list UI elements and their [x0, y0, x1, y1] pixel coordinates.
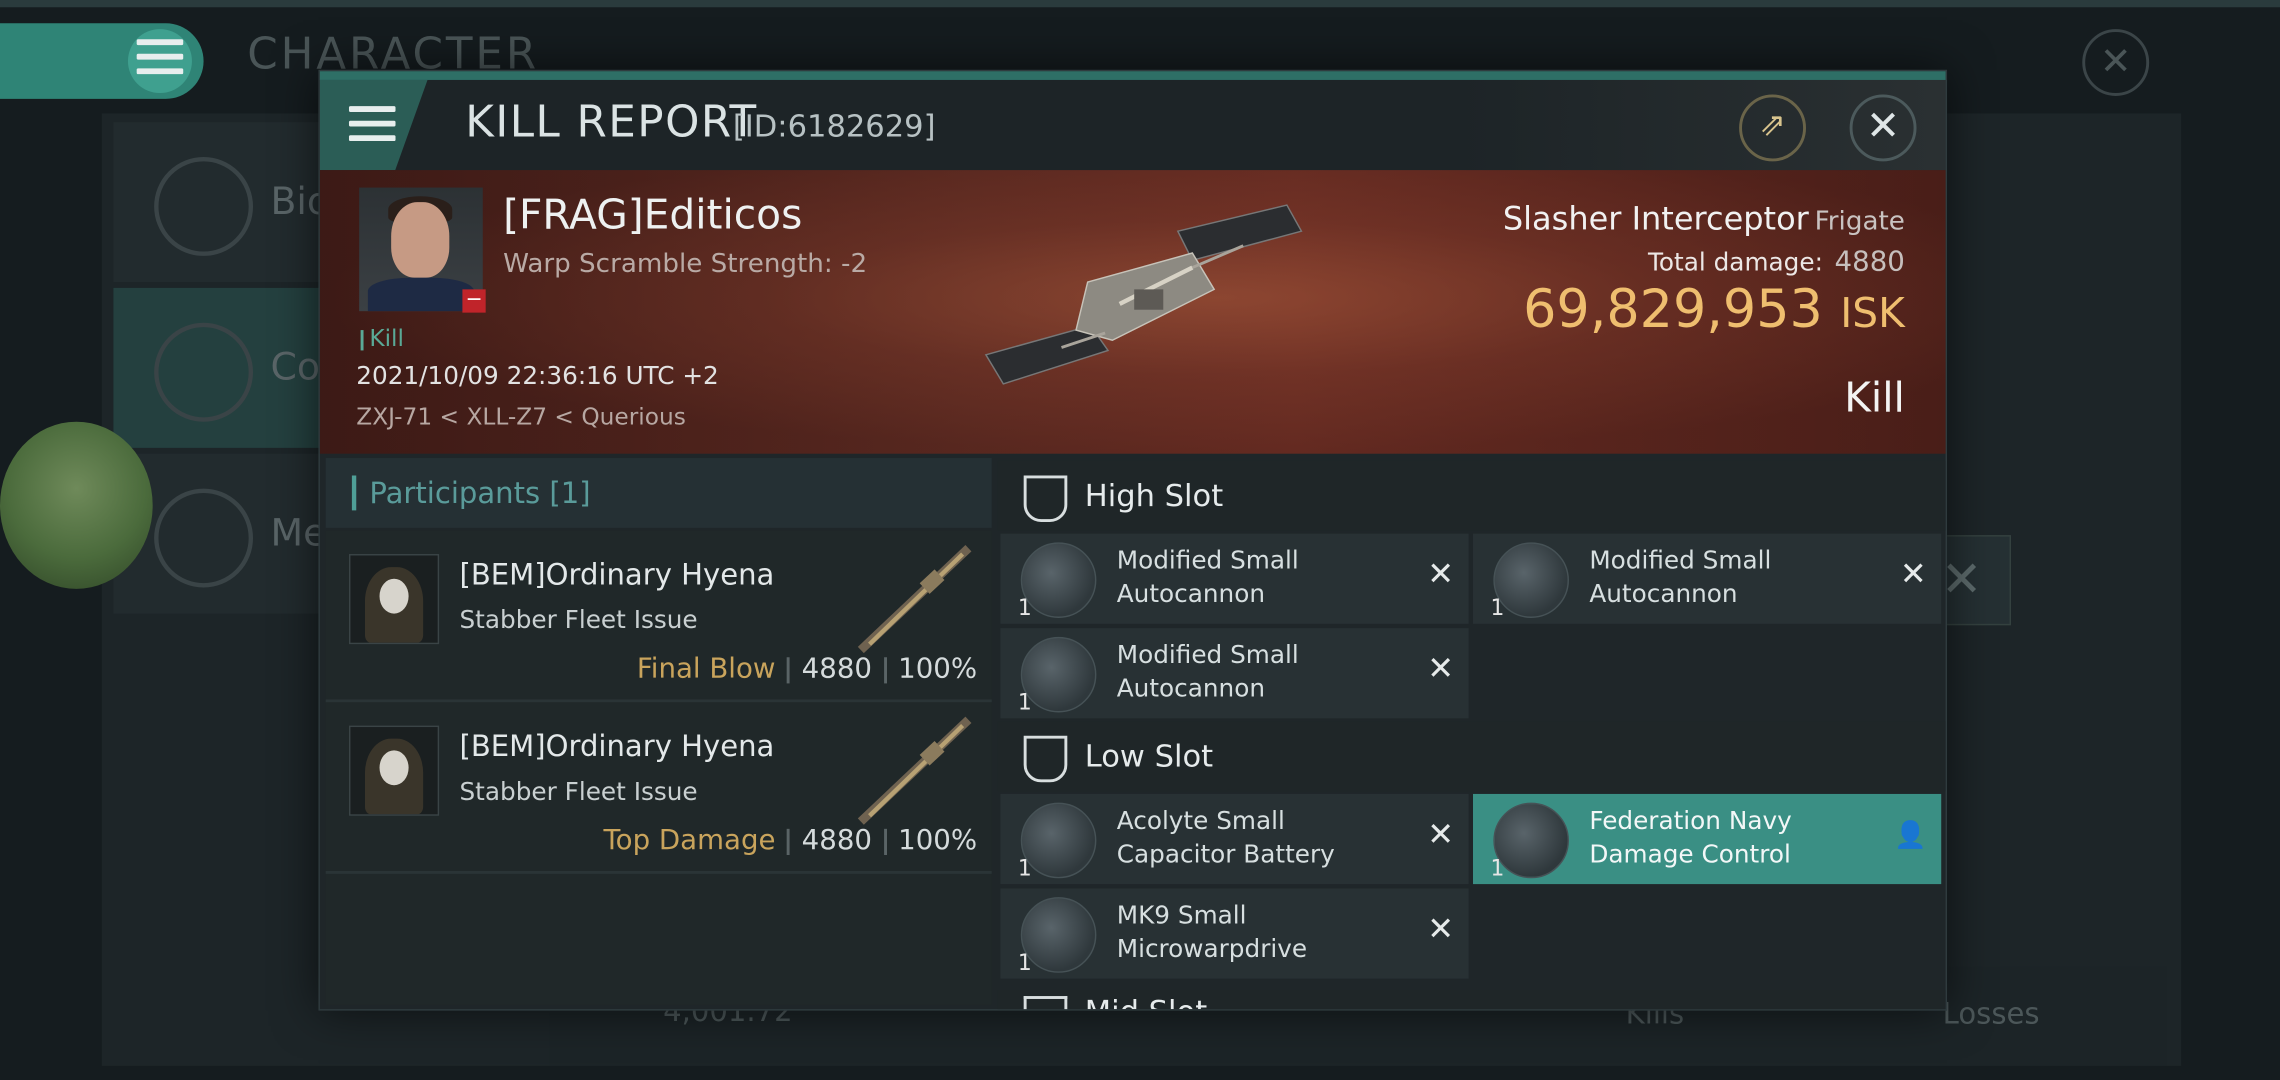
- autocannon-icon: [1020, 542, 1097, 618]
- ship-image[interactable]: [974, 202, 1308, 420]
- autocannon-icon: [1020, 636, 1097, 713]
- module-quantity: 1: [1490, 594, 1505, 621]
- modal-top-accent: [319, 71, 1946, 80]
- hamburger-icon: [348, 106, 396, 150]
- kill-tag: Kill: [360, 324, 404, 352]
- module-quantity: 1: [1017, 594, 1032, 621]
- total-damage-label: Total damage:: [1648, 248, 1823, 278]
- module-name: Modified Small Autocannon: [1116, 641, 1299, 704]
- capacitor-battery-icon: [1020, 802, 1097, 879]
- losses-label: Losses: [1942, 996, 2040, 1031]
- participant-name: [BEM]Ordinary Hyena: [459, 556, 775, 592]
- destroyed-badge-icon: −: [462, 289, 486, 313]
- modal-header: KILL REPORT [ID:6182629] ⇗ ✕: [319, 79, 1946, 171]
- high-slot-label: High Slot: [1084, 478, 1224, 514]
- low-slot-header: Low Slot: [997, 721, 1946, 792]
- damage-control-icon: [1493, 802, 1569, 879]
- participant-name: [BEM]Ordinary Hyena: [459, 728, 775, 764]
- high-slot-header: High Slot: [997, 460, 1946, 531]
- module-destroyed-icon: ✕: [1427, 911, 1455, 949]
- shield-slot-icon: [1023, 735, 1068, 783]
- participant-portrait[interactable]: [348, 554, 440, 645]
- ship-name-text: Slasher Interceptor: [1502, 202, 1809, 239]
- list-icon: [154, 157, 254, 256]
- module-name: Acolyte Small Capacitor Battery: [1116, 807, 1335, 870]
- module-name: Modified Small Autocannon: [1589, 546, 1772, 610]
- shield-slot-icon: [1023, 996, 1068, 1010]
- participant-row[interactable]: [BEM]Ordinary Hyena Stabber Fleet Issue …: [325, 702, 992, 874]
- module-destroyed-icon: ✕: [1427, 651, 1455, 688]
- kill-timestamp: 2021/10/09 22:36:16 UTC +2: [356, 362, 719, 392]
- isk-unit: ISK: [1840, 289, 1905, 338]
- victim-ship-name[interactable]: Slasher Interceptor Frigate: [1503, 202, 1905, 238]
- participant-percent: 100%: [898, 824, 978, 857]
- kill-report-modal: KILL REPORT [ID:6182629] ⇗ ✕ − [FRAG]Edi…: [318, 69, 1948, 1011]
- kill-id-copy[interactable]: [ID:6182629]: [733, 109, 936, 144]
- victim-banner: − [FRAG]Editicos Warp Scramble Strength:…: [319, 170, 1946, 454]
- participants-empty-area: [325, 873, 992, 1005]
- participant-percent: 100%: [898, 652, 978, 685]
- module-quantity: 1: [1017, 689, 1032, 716]
- total-damage: Total damage: 4880: [1648, 246, 1905, 278]
- microwarpdrive-icon: [1020, 897, 1097, 973]
- participant-row[interactable]: [BEM]Ordinary Hyena Stabber Fleet Issue …: [325, 530, 992, 703]
- shield-slot-icon: [1023, 475, 1068, 523]
- close-icon[interactable]: ✕: [1849, 94, 1917, 162]
- crossed-swords-icon: [154, 322, 254, 422]
- hamburger-icon: [127, 29, 192, 94]
- module-item[interactable]: 1 Modified Small Autocannon ✕: [1000, 628, 1469, 719]
- top-border: [0, 0, 2280, 8]
- modal-title: KILL REPORT: [465, 97, 758, 149]
- module-destroyed-icon: ✕: [1899, 556, 1927, 594]
- participants-header: Participants [1]: [325, 458, 992, 528]
- isk-amount: 69,829,953: [1523, 280, 1823, 341]
- kill-tag-label: Kill: [369, 324, 404, 352]
- person-icon: 👤: [1894, 820, 1927, 851]
- autocannon-icon: [1493, 542, 1569, 618]
- participant-weapon-icon: [857, 716, 972, 825]
- mid-slot-label: Mid Slot: [1085, 990, 1207, 1010]
- participant-portrait[interactable]: [348, 725, 440, 816]
- module-name: Modified Small Autocannon: [1116, 546, 1299, 610]
- module-quantity: 1: [1017, 949, 1032, 976]
- participant-damage: 4880: [801, 824, 872, 857]
- streamer-webcam: [0, 421, 153, 589]
- module-destroyed-icon: ✕: [1427, 817, 1455, 854]
- star-icon: [154, 488, 254, 588]
- ship-class: Frigate: [1814, 206, 1905, 238]
- participant-weapon-icon: [857, 545, 972, 654]
- module-item[interactable]: 1 Modified Small Autocannon ✕: [1000, 533, 1469, 624]
- report-result: Kill: [1844, 373, 1905, 422]
- mid-slot-header-peek: Mid Slot: [997, 990, 1946, 1010]
- victim-name[interactable]: [FRAG]Editicos: [503, 190, 802, 238]
- final-blow-tag: Final Blow: [636, 652, 776, 685]
- low-slot-label: Low Slot: [1084, 738, 1214, 774]
- module-quantity: 1: [1017, 855, 1032, 882]
- module-quantity: 1: [1490, 855, 1505, 882]
- main-menu-button[interactable]: [0, 23, 204, 99]
- top-damage-tag: Top Damage: [603, 824, 776, 857]
- participant-ship: Stabber Fleet Issue: [459, 777, 698, 808]
- total-damage-value: 4880: [1834, 245, 1905, 278]
- warp-scramble-strength: Warp Scramble Strength: -2: [503, 248, 868, 280]
- module-name: Federation Navy Damage Control: [1589, 807, 1792, 870]
- participant-damage: 4880: [801, 652, 872, 685]
- module-item[interactable]: 1 MK9 Small Microwarpdrive ✕: [1000, 888, 1469, 979]
- participants-title: Participants [1]: [369, 475, 591, 511]
- kill-location[interactable]: ZXJ-71 < XLL-Z7 < Querious: [356, 403, 686, 431]
- modal-menu-button[interactable]: [319, 79, 428, 171]
- share-external-icon[interactable]: ⇗: [1739, 94, 1806, 162]
- module-item[interactable]: 1 Acolyte Small Capacitor Battery ✕: [1000, 793, 1469, 885]
- isk-value: 69,829,953 ISK: [1523, 281, 1905, 341]
- module-name: MK9 Small Microwarpdrive: [1116, 901, 1308, 965]
- module-item[interactable]: 1 Modified Small Autocannon ✕: [1473, 533, 1942, 624]
- module-item-dropped[interactable]: 1 Federation Navy Damage Control 👤: [1473, 793, 1942, 885]
- participant-stats: Top Damage 4880 100%: [603, 824, 977, 856]
- page-close-button[interactable]: ✕: [2082, 29, 2150, 96]
- participant-stats: Final Blow 4880 100%: [637, 653, 977, 685]
- module-destroyed-icon: ✕: [1427, 556, 1455, 594]
- participant-ship: Stabber Fleet Issue: [459, 606, 698, 636]
